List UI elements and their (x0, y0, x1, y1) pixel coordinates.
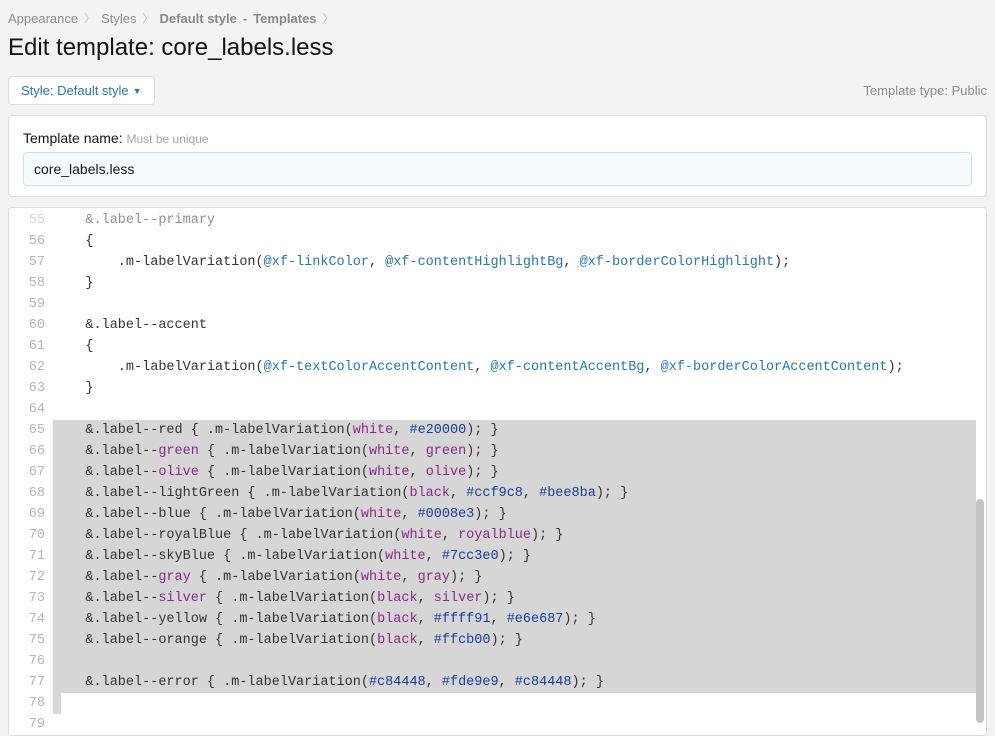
code-line[interactable]: &.label--silver { .m-labelVariation(blac… (53, 588, 976, 609)
code-line[interactable]: &.label--yellow { .m-labelVariation(blac… (53, 609, 976, 630)
template-name-label: Template name: Must be unique (23, 130, 972, 152)
code-line[interactable] (53, 399, 976, 420)
template-type-label: Template type: Public (863, 83, 987, 98)
scroll-thumb[interactable] (976, 499, 984, 723)
line-gutter: 5556575859606162636465666768697071727374… (9, 210, 53, 735)
code-area[interactable]: &.label--primary { .m-labelVariation(@xf… (53, 210, 986, 735)
code-editor[interactable]: 5556575859606162636465666768697071727374… (8, 207, 987, 736)
code-line[interactable]: } (53, 273, 976, 294)
line-number: 65 (9, 420, 45, 441)
page-title: Edit template: core_labels.less (8, 34, 987, 76)
code-line[interactable]: } (53, 693, 976, 714)
editor-scrollbar[interactable] (976, 212, 984, 733)
line-number: 79 (9, 714, 45, 735)
breadcrumb-item[interactable]: Appearance (8, 11, 78, 26)
line-number: 60 (9, 315, 45, 336)
code-line[interactable] (53, 294, 976, 315)
line-number: 68 (9, 483, 45, 504)
code-line[interactable]: &.label--skyBlue { .m-labelVariation(whi… (53, 546, 976, 567)
chevron-right-icon: 〉 (143, 10, 154, 26)
template-name-input[interactable] (23, 152, 972, 186)
breadcrumb: Appearance 〉 Styles 〉 Default style - Te… (8, 8, 987, 34)
line-number: 58 (9, 273, 45, 294)
code-line[interactable]: &.label--accent (53, 315, 976, 336)
code-line[interactable]: &.label--orange { .m-labelVariation(blac… (53, 630, 976, 651)
breadcrumb-item[interactable]: Templates (253, 11, 316, 26)
code-line[interactable]: .m-labelVariation(@xf-linkColor, @xf-con… (53, 252, 976, 273)
code-line[interactable]: &.label--gray { .m-labelVariation(white,… (53, 567, 976, 588)
line-number: 64 (9, 399, 45, 420)
line-number: 56 (9, 231, 45, 252)
template-name-panel: Template name: Must be unique (8, 115, 987, 197)
code-line[interactable]: &.label--error { .m-labelVariation(#c844… (53, 672, 976, 693)
code-line[interactable]: &.label--lightGreen { .m-labelVariation(… (53, 483, 976, 504)
code-line[interactable]: { (53, 231, 976, 252)
code-line[interactable]: &.label--primary (53, 210, 976, 231)
line-number: 77 (9, 672, 45, 693)
line-number: 78 (9, 693, 45, 714)
line-number: 66 (9, 441, 45, 462)
line-number: 57 (9, 252, 45, 273)
line-number: 55 (9, 210, 45, 231)
code-line[interactable]: &.label--royalBlue { .m-labelVariation(w… (53, 525, 976, 546)
breadcrumb-sep: - (243, 11, 247, 26)
breadcrumb-item[interactable]: Styles (101, 11, 136, 26)
chevron-right-icon: 〉 (84, 10, 95, 26)
line-number: 75 (9, 630, 45, 651)
code-line[interactable]: { (53, 336, 976, 357)
code-line[interactable]: &.label--blue { .m-labelVariation(white,… (53, 504, 976, 525)
line-number: 74 (9, 609, 45, 630)
line-number: 71 (9, 546, 45, 567)
breadcrumb-item[interactable]: Default style (160, 11, 237, 26)
code-line[interactable]: &.label--olive { .m-labelVariation(white… (53, 462, 976, 483)
line-number: 69 (9, 504, 45, 525)
line-number: 62 (9, 357, 45, 378)
chevron-right-icon: 〉 (323, 10, 334, 26)
code-line[interactable] (53, 714, 976, 735)
line-number: 73 (9, 588, 45, 609)
line-number: 59 (9, 294, 45, 315)
line-number: 63 (9, 378, 45, 399)
style-selector-button[interactable]: Style: Default style ▼ (8, 76, 155, 105)
code-line[interactable] (53, 651, 976, 672)
style-selector-label: Style: Default style (21, 83, 129, 98)
code-line[interactable]: &.label--green { .m-labelVariation(white… (53, 441, 976, 462)
caret-down-icon: ▼ (133, 86, 142, 96)
line-number: 61 (9, 336, 45, 357)
code-line[interactable]: } (53, 378, 976, 399)
line-number: 67 (9, 462, 45, 483)
code-line[interactable]: .m-labelVariation(@xf-textColorAccentCon… (53, 357, 976, 378)
code-line[interactable]: &.label--red { .m-labelVariation(white, … (53, 420, 976, 441)
line-number: 76 (9, 651, 45, 672)
line-number: 70 (9, 525, 45, 546)
template-name-hint: Must be unique (127, 132, 209, 146)
line-number: 72 (9, 567, 45, 588)
